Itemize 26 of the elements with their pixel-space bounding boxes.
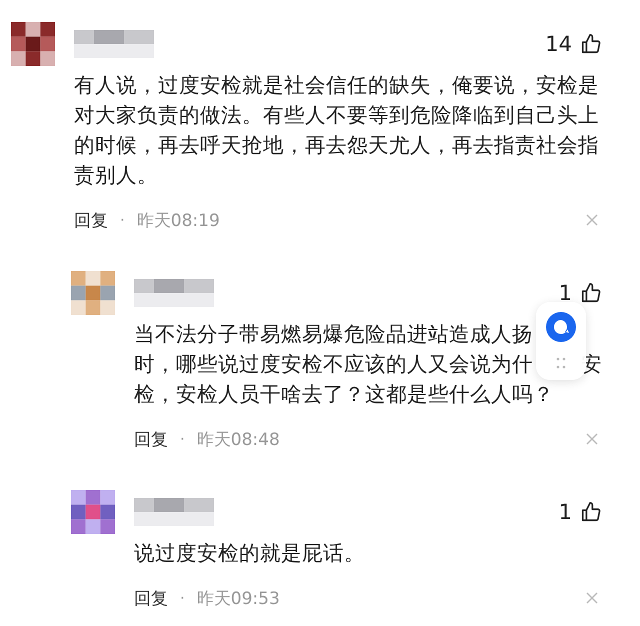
like-count: 1 bbox=[558, 500, 572, 524]
comment-text: 有人说，过度安检就是社会信任的缺失，俺要说，安检是 bbox=[74, 72, 599, 99]
thumbs-up-icon[interactable] bbox=[580, 33, 602, 55]
like-count: 14 bbox=[545, 32, 572, 56]
like-count: 1 bbox=[558, 281, 572, 305]
timestamp: 昨天08:19 bbox=[136, 210, 220, 232]
timestamp: 昨天09:53 bbox=[196, 588, 280, 610]
comment-text: 安 bbox=[581, 351, 602, 378]
reply-link[interactable]: 回复 bbox=[134, 586, 168, 610]
separator-dot: · bbox=[180, 589, 185, 607]
comment-text: 检，安检人员干啥去了？这都是些什么人吗？ bbox=[134, 381, 554, 408]
comment-text: 说过度安检的就是屁话。 bbox=[134, 540, 365, 567]
comment-text: 的时候，再去呼天抢地，再去怨天尤人，再去指责社会指 bbox=[74, 132, 599, 159]
thumbs-up-icon[interactable] bbox=[580, 282, 602, 304]
comment-text: 责别人。 bbox=[74, 162, 158, 189]
separator-dot: · bbox=[120, 211, 125, 229]
comment-text: 当不法分子带易燃易爆危险品进站造成人扬 bbox=[134, 321, 533, 348]
comment-text: 时，哪些说过度安检不应该的人又会说为什 bbox=[134, 351, 533, 378]
timestamp: 昨天08:48 bbox=[196, 428, 280, 450]
drag-handle-icon[interactable] bbox=[556, 356, 566, 370]
chat-bubble-icon bbox=[546, 312, 576, 342]
comment-text: 对大家负责的做法。有些人不要等到危险降临到自己头上 bbox=[74, 102, 599, 129]
reply-link[interactable]: 回复 bbox=[74, 208, 108, 232]
thumbs-up-icon[interactable] bbox=[580, 501, 602, 523]
reply-link[interactable]: 回复 bbox=[134, 428, 168, 450]
separator-dot: · bbox=[180, 430, 185, 448]
